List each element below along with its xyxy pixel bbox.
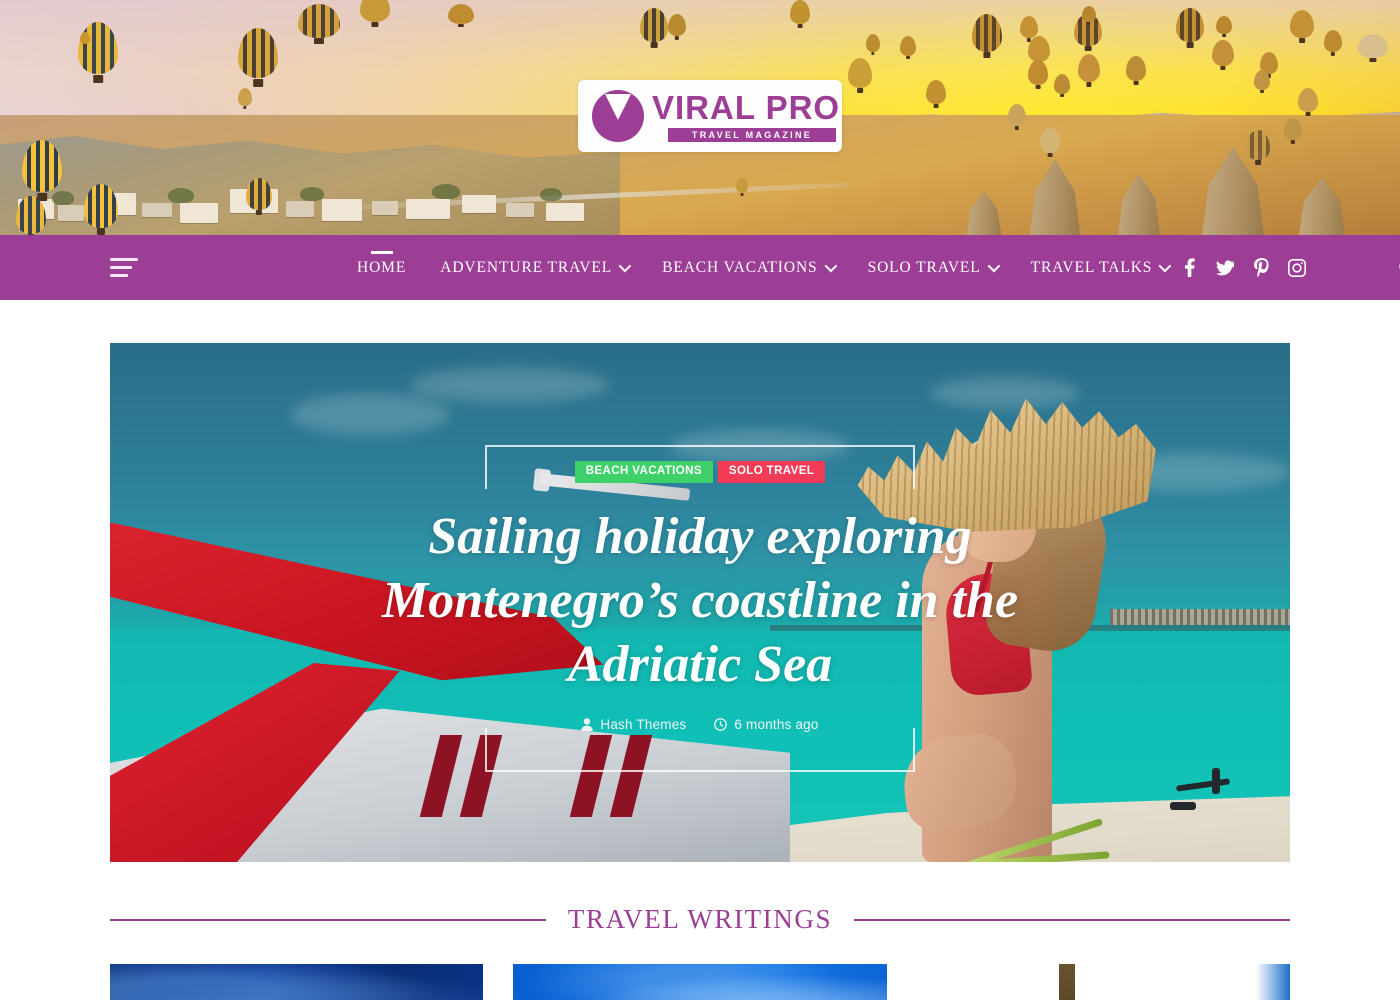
category-badge-solo-travel[interactable]: SOLO TRAVEL (717, 461, 826, 483)
nav-item-label: SOLO TRAVEL (867, 258, 981, 276)
article-card-grid (0, 964, 1400, 1000)
hot-air-balloon (866, 34, 880, 52)
hero-date[interactable]: 6 months ago (714, 717, 818, 732)
hot-air-balloon (1176, 8, 1204, 42)
featured-article-card[interactable]: BEACH VACATIONS SOLO TRAVEL Sailing holi… (110, 343, 1290, 862)
category-badge-beach-vacations[interactable]: BEACH VACATIONS (574, 461, 713, 483)
site-header-banner: VIRAL PRO TRAVEL MAGAZINE (0, 0, 1400, 235)
logo-subtitle: TRAVEL MAGAZINE (668, 127, 836, 142)
hero-author[interactable]: Hash Themes (581, 717, 686, 732)
hot-air-balloon (790, 0, 810, 24)
chevron-down-icon (618, 259, 632, 273)
clock-icon (714, 717, 728, 731)
hot-air-balloon (736, 178, 748, 193)
hero-cloud (670, 429, 850, 463)
twitter-icon[interactable] (1216, 258, 1234, 278)
hot-air-balloon (926, 80, 946, 104)
chevron-down-icon (987, 259, 1000, 273)
hot-air-balloon (1324, 30, 1342, 52)
hot-air-balloon (360, 0, 390, 22)
hot-air-balloon (1020, 16, 1038, 38)
hero-category-badges: BEACH VACATIONS SOLO TRAVEL (110, 461, 1290, 483)
section-title-text: TRAVEL WRITINGS (567, 904, 833, 934)
pinterest-icon[interactable] (1252, 258, 1270, 278)
hero-palm-fronds (860, 758, 1110, 862)
facebook-icon[interactable] (1180, 258, 1198, 278)
hot-air-balloon (246, 178, 272, 210)
article-thumbnail (917, 964, 1290, 1000)
nav-item-label: ADVENTURE TRAVEL (440, 258, 613, 276)
active-indicator (370, 251, 393, 254)
article-card[interactable] (513, 964, 887, 1000)
article-thumbnail (513, 964, 887, 1000)
article-card[interactable] (110, 964, 484, 1000)
nav-item-beach-vacations[interactable]: BEACH VACATIONS (645, 235, 850, 300)
hero-cloud (410, 367, 610, 403)
nav-item-label: BEACH VACATIONS (662, 258, 818, 276)
hot-air-balloon (1028, 60, 1048, 85)
section-heading: TRAVEL WRITINGS (0, 904, 1400, 935)
chevron-down-icon (1158, 259, 1172, 273)
hot-air-balloon (1054, 74, 1070, 94)
hot-air-balloon (668, 14, 686, 36)
nav-item-travel-talks[interactable]: TRAVEL TALKS (1014, 235, 1186, 300)
hot-air-balloon (1216, 16, 1232, 34)
hero-article-meta: Hash Themes 6 months ago (110, 717, 1290, 732)
hot-air-balloon (80, 32, 90, 44)
hot-air-balloon (1126, 56, 1146, 81)
instagram-icon[interactable] (1288, 258, 1306, 278)
chevron-down-icon (824, 259, 837, 273)
nav-item-label: TRAVEL TALKS (1030, 258, 1153, 276)
hot-air-balloon (1008, 104, 1026, 126)
hot-air-balloon (1028, 36, 1050, 62)
hot-air-balloon (1358, 34, 1388, 58)
hot-air-balloon (238, 88, 252, 106)
nav-item-adventure-travel[interactable]: ADVENTURE TRAVEL (423, 235, 645, 300)
hero-author-name: Hash Themes (600, 716, 687, 732)
hot-air-balloon (1078, 54, 1100, 82)
site-logo[interactable]: VIRAL PRO TRAVEL MAGAZINE (578, 80, 842, 152)
hot-air-balloon (1254, 70, 1270, 90)
hot-air-balloon (1284, 118, 1302, 140)
nav-item-home[interactable]: HOME (340, 235, 423, 300)
hot-air-balloon (1040, 128, 1060, 153)
user-icon (581, 717, 593, 731)
nav-item-solo-travel[interactable]: SOLO TRAVEL (851, 235, 1014, 300)
hot-air-balloon (1290, 10, 1314, 38)
hot-air-balloon (298, 4, 340, 38)
hero-article-title[interactable]: Sailing holiday exploring Montenegro’s c… (350, 505, 1050, 697)
hero-content: BEACH VACATIONS SOLO TRAVEL Sailing holi… (110, 461, 1290, 732)
heading-rule-right (854, 918, 1290, 921)
logo-title: VIRAL PRO (652, 88, 841, 126)
nav-item-label: HOME (357, 258, 407, 276)
v-shield-icon (592, 90, 644, 142)
hot-air-balloon (640, 8, 668, 42)
hero-date-text: 6 months ago (734, 716, 819, 732)
hot-air-balloon (1298, 88, 1318, 112)
hero-bicycle (1166, 768, 1246, 828)
primary-navigation-bar: HOME ADVENTURE TRAVEL BEACH VACATIONS SO… (0, 235, 1400, 300)
heading-rule-left (110, 918, 546, 921)
primary-menu: HOME ADVENTURE TRAVEL BEACH VACATIONS SO… (340, 235, 1185, 300)
hot-air-balloon (848, 58, 872, 88)
hot-air-balloon (1212, 40, 1234, 66)
hot-air-balloon (1246, 130, 1270, 160)
search-icon[interactable] (1394, 253, 1400, 283)
article-card[interactable] (917, 964, 1290, 1000)
article-thumbnail (110, 964, 484, 1000)
hot-air-balloon (448, 4, 474, 24)
hero-cloud (290, 393, 450, 435)
hamburger-menu-icon[interactable] (110, 257, 138, 278)
hot-air-balloon (1082, 6, 1096, 22)
hot-air-balloon (900, 36, 916, 56)
featured-article-region: BEACH VACATIONS SOLO TRAVEL Sailing holi… (0, 300, 1400, 862)
social-links (1180, 235, 1306, 300)
